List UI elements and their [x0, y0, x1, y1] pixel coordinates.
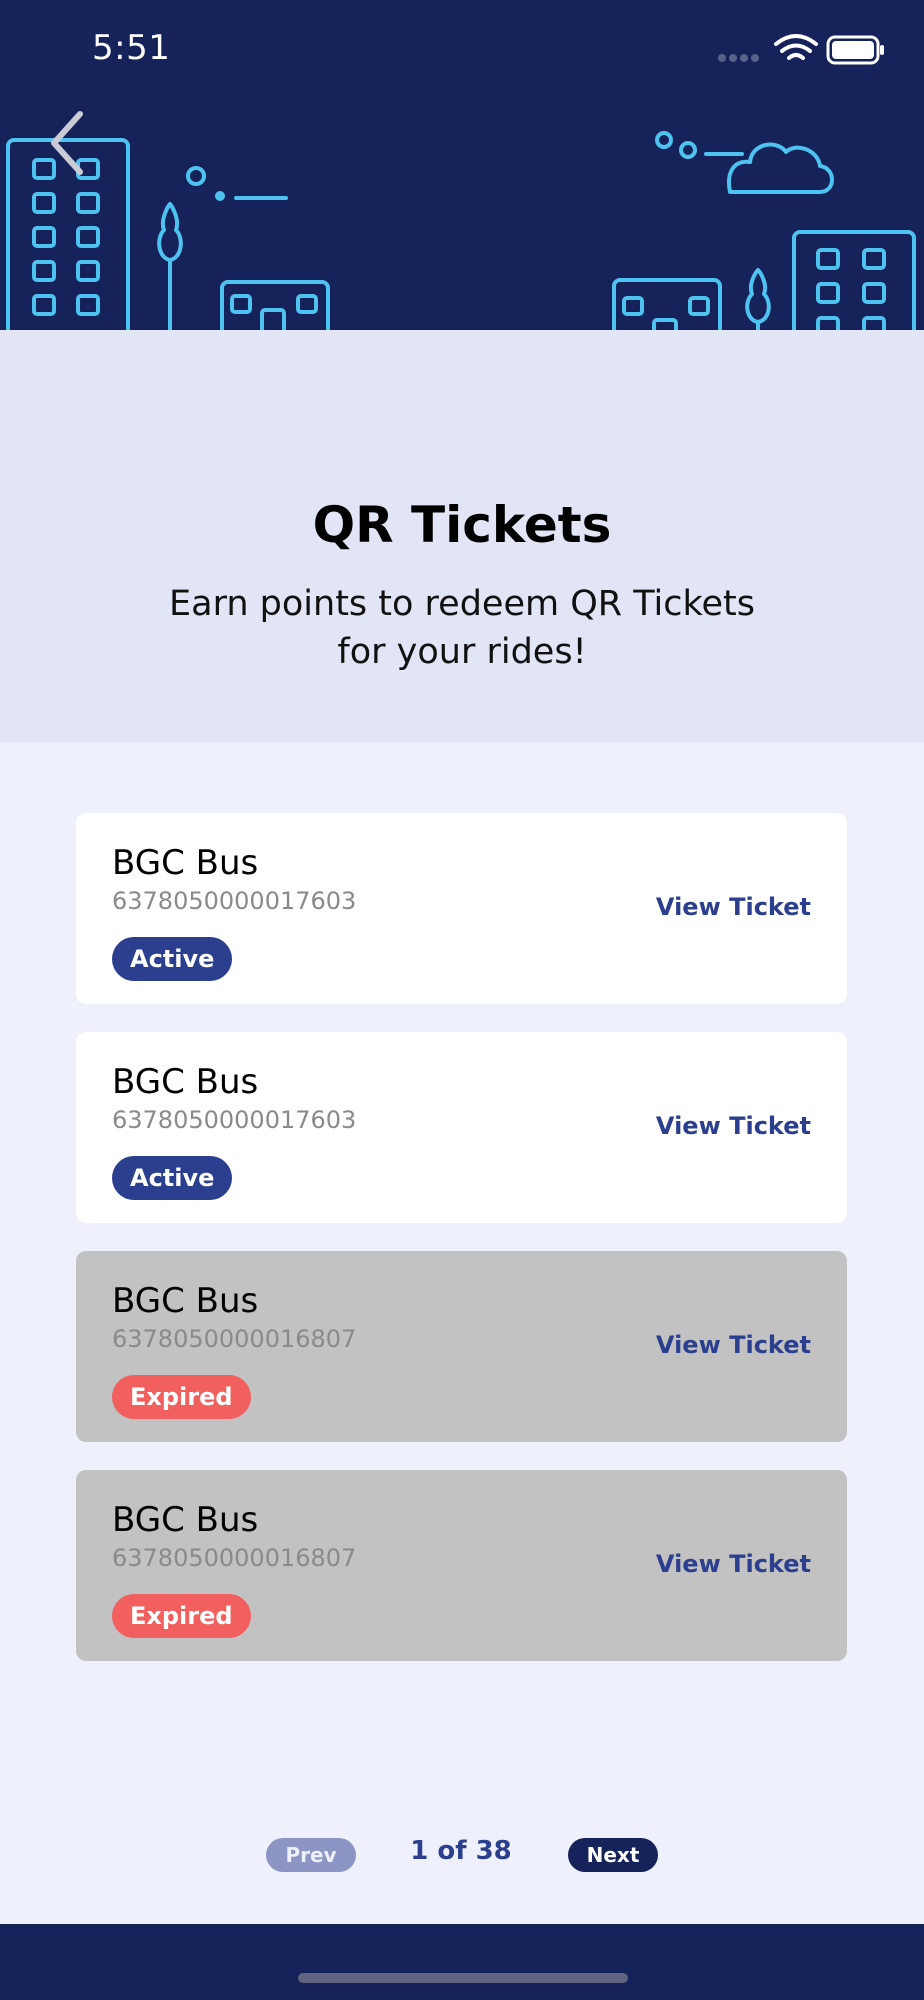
status-badge: Expired	[112, 1594, 251, 1638]
page-subtitle: Earn points to redeem QR Tickets for you…	[162, 580, 762, 676]
ticket-name: BGC Bus	[112, 1500, 259, 1540]
chevron-left-icon	[51, 111, 83, 175]
pagination: Prev 1 of 38 Next	[0, 1836, 924, 1872]
status-badge: Active	[112, 937, 233, 981]
ticket-card[interactable]: BGC Bus 6378050000016807 Expired View Ti…	[76, 1470, 847, 1661]
view-ticket-button[interactable]: View Ticket	[656, 1550, 811, 1578]
ticket-name: BGC Bus	[112, 843, 259, 883]
qr-tickets-screen: 5:51 QR Tickets Earn points to redeem QR…	[0, 0, 924, 2000]
status-bar-time: 5:51	[92, 28, 171, 68]
view-ticket-button[interactable]: View Ticket	[656, 893, 811, 921]
status-badge: Active	[112, 1156, 233, 1200]
home-indicator[interactable]	[298, 1973, 628, 1983]
subtitle-line-2: for your rides!	[337, 632, 587, 672]
page-indicator: 1 of 38	[410, 1836, 512, 1866]
cellular-signal-icon	[718, 54, 759, 62]
view-ticket-button[interactable]: View Ticket	[656, 1112, 811, 1140]
ticket-number: 6378050000016807	[112, 1544, 357, 1572]
view-ticket-button[interactable]: View Ticket	[656, 1331, 811, 1359]
bottom-bar	[0, 1924, 924, 2000]
ticket-number: 6378050000016807	[112, 1325, 357, 1353]
ticket-name: BGC Bus	[112, 1062, 259, 1102]
page-title: QR Tickets	[312, 496, 612, 554]
ticket-number: 6378050000017603	[112, 1106, 357, 1134]
ticket-card[interactable]: BGC Bus 6378050000017603 Active View Tic…	[76, 813, 847, 1004]
status-badge: Expired	[112, 1375, 251, 1419]
ticket-card[interactable]: BGC Bus 6378050000017603 Active View Tic…	[76, 1032, 847, 1223]
status-bar-icons	[718, 34, 884, 65]
ticket-card[interactable]: BGC Bus 6378050000016807 Expired View Ti…	[76, 1251, 847, 1442]
battery-icon	[826, 35, 884, 65]
subtitle-line-1: Earn points to redeem QR Tickets	[169, 584, 755, 624]
wifi-icon	[774, 34, 818, 60]
next-page-button[interactable]: Next	[568, 1838, 658, 1872]
back-button[interactable]	[44, 108, 92, 178]
prev-page-button[interactable]: Prev	[266, 1838, 356, 1872]
ticket-number: 6378050000017603	[112, 887, 357, 915]
ticket-name: BGC Bus	[112, 1281, 259, 1321]
